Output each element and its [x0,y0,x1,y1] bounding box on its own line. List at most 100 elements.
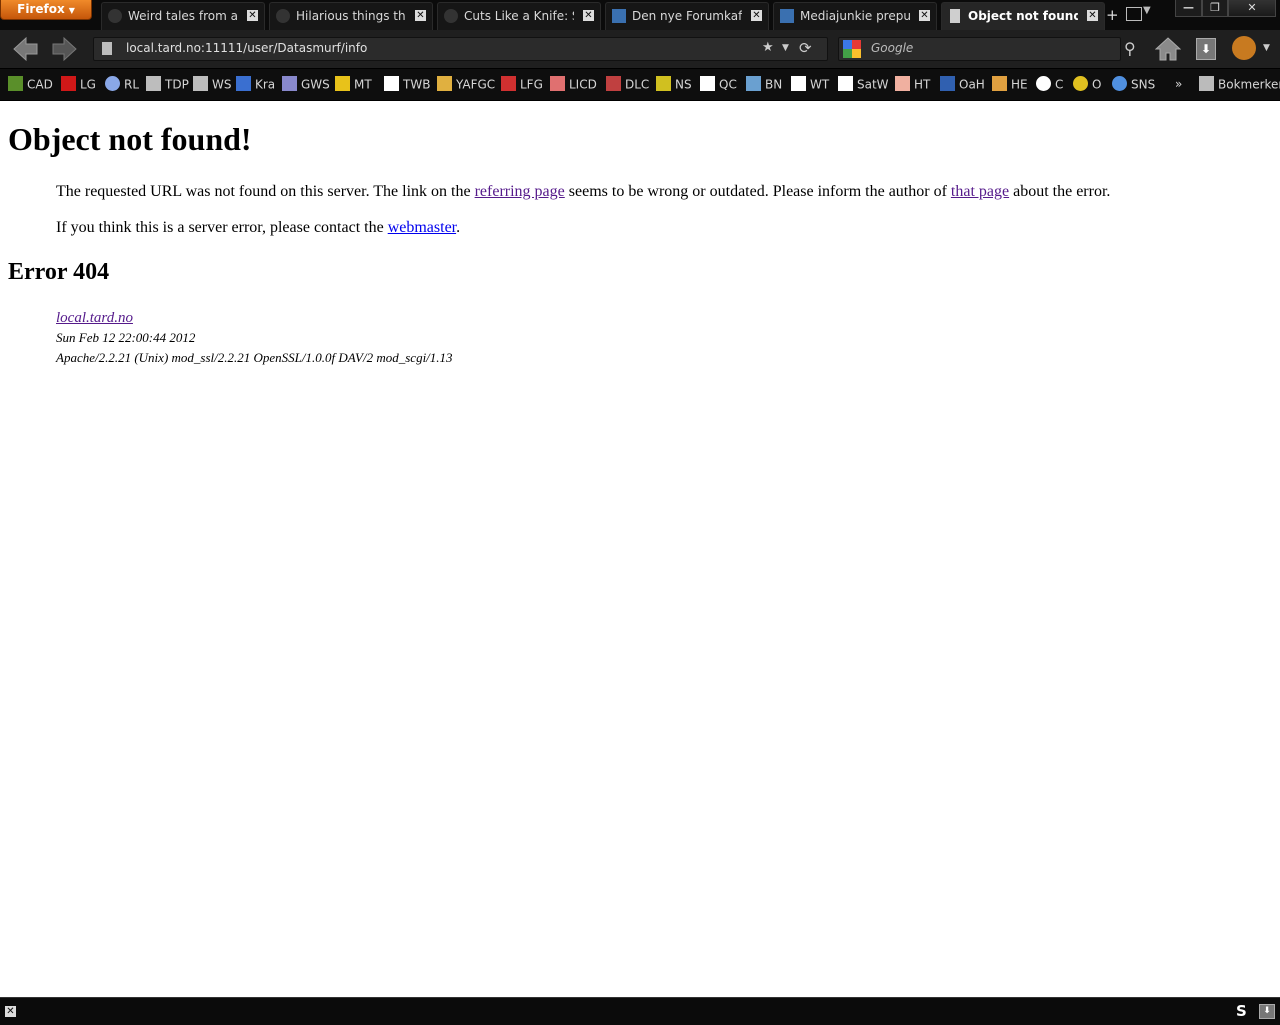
bookmark-ns[interactable]: NS [656,76,692,93]
reload-icon[interactable]: ⟳ [799,39,812,57]
bookmark-star-icon[interactable]: ★ [762,40,774,55]
tab-5[interactable]: Mediajunkie prepu... ✕ [773,2,937,30]
bookmarks-overflow-button[interactable]: » [1175,77,1182,93]
tab-label: Den nye Forumkafé... [632,9,742,23]
dark-silhouette-icon [444,9,458,23]
tab-4[interactable]: Den nye Forumkafé... ✕ [605,2,769,30]
tab-label: Hilarious things tha... [296,9,406,23]
home-button[interactable] [1154,36,1182,62]
tab-2[interactable]: Hilarious things tha... ✕ [269,2,433,30]
chevron-down-icon[interactable]: ▼ [1263,43,1270,53]
dark-silhouette-icon [276,9,290,23]
google-logo-icon[interactable] [843,40,861,58]
close-tab-icon[interactable]: ✕ [247,10,258,21]
dlc-icon [606,76,621,91]
server-host-link[interactable]: local.tard.no [56,310,133,326]
bookmarks-menu-button[interactable]: Bokmerker [1199,76,1280,93]
heart-icon [61,76,76,91]
tab-1[interactable]: Weird tales from ar... ✕ [101,2,265,30]
firefox-menu-button[interactable]: Firefox ▼ [0,0,92,20]
bookmark-ht[interactable]: HT [895,76,931,93]
list-all-tabs-icon[interactable] [1126,7,1142,21]
bookmark-label: LFG [520,77,543,92]
lfg-icon [501,76,516,91]
wt-icon [791,76,806,91]
close-tab-icon[interactable]: ✕ [751,10,762,21]
error-code-heading: Error 404 [8,259,110,285]
tab-6[interactable]: Object not found! ✕ [941,2,1105,30]
ht-icon [895,76,910,91]
bookmark-twb[interactable]: TWB [384,76,430,93]
referring-page-link[interactable]: referring page [475,183,565,200]
url-dropdown-icon[interactable]: ▼ [782,43,789,53]
bookmark-ws[interactable]: WS [193,76,231,93]
bookmarks-toolbar: » Bokmerker CAD LG RL TDP WS Kra GWS MT TWB YAFGC… [0,69,1280,101]
close-tab-icon[interactable]: ✕ [919,10,930,21]
url-text[interactable]: local.tard.no:11111/user/Datasmurf/info [126,41,367,55]
bookmark-qc[interactable]: QC [700,76,737,93]
bookmark-label: C [1055,77,1064,92]
search-bar[interactable]: Google [838,37,1121,61]
bookmark-kra[interactable]: Kra [236,76,275,93]
error-message: The requested URL was not found on this … [56,183,1110,201]
minimize-button[interactable]: — [1175,0,1202,17]
back-button[interactable] [10,35,40,63]
bookmark-lg[interactable]: LG [61,76,96,93]
bookmark-dlc[interactable]: DLC [606,76,649,93]
url-bar[interactable]: local.tard.no:11111/user/Datasmurf/info … [93,37,828,61]
contact-text-end: . [456,219,461,236]
forward-button[interactable] [50,35,80,63]
ellipse-icon [105,76,120,91]
close-window-button[interactable]: ✕ [1228,0,1276,17]
error-text-2: seems to be wrong or outdated. Please in… [564,183,951,200]
that-page-link[interactable]: that page [951,183,1009,200]
downloads-button[interactable]: ⬇ [1196,38,1216,60]
bookmark-mt[interactable]: MT [335,76,372,93]
bookmark-bn[interactable]: BN [746,76,782,93]
bookmark-licd[interactable]: LICD [550,76,597,93]
status-bar: ✕ S ⬇ [0,997,1280,1025]
server-signature: Apache/2.2.21 (Unix) mod_ssl/2.2.21 Open… [56,350,453,365]
bookmark-label: LICD [569,77,597,92]
new-tab-button[interactable]: + [1106,6,1119,24]
search-icon[interactable]: ⚲ [1124,39,1136,58]
he-icon [992,76,1007,91]
bookmark-o[interactable]: O [1073,76,1102,93]
tab-label: Cuts Like a Knife: S... [464,9,574,23]
bookmark-label: O [1092,77,1102,92]
bookmark-label: WT [810,77,830,92]
greasemonkey-icon[interactable] [1232,36,1256,60]
bookmark-label: HT [914,77,931,92]
close-addon-bar-icon[interactable]: ✕ [5,1006,16,1017]
bookmark-gws[interactable]: GWS [282,76,330,93]
chevron-down-icon[interactable]: ▼ [1143,5,1151,16]
bookmark-label: QC [719,77,737,92]
bookmark-wt[interactable]: WT [791,76,830,93]
bookmark-lfg[interactable]: LFG [501,76,543,93]
close-tab-icon[interactable]: ✕ [583,10,594,21]
search-input[interactable]: Google [871,41,913,55]
bookmark-yafgc[interactable]: YAFGC [437,76,495,93]
downloads-status-icon[interactable]: ⬇ [1259,1004,1275,1019]
bookmark-he[interactable]: HE [992,76,1028,93]
bookmark-c[interactable]: C [1036,76,1064,93]
bookmark-sns[interactable]: SNS [1112,76,1155,93]
bookmark-label: NS [675,77,692,92]
tab-3[interactable]: Cuts Like a Knife: S... ✕ [437,2,601,30]
bookmark-rl[interactable]: RL [105,76,139,93]
bookmark-satw[interactable]: SatW [838,76,889,93]
maximize-button[interactable]: ❐ [1202,0,1228,17]
close-tab-icon[interactable]: ✕ [1087,10,1098,21]
bookmark-oah[interactable]: OaH [940,76,985,93]
yafgc-icon [437,76,452,91]
bookmark-label: SatW [857,77,889,92]
webmaster-link[interactable]: webmaster [388,219,456,236]
close-tab-icon[interactable]: ✕ [415,10,426,21]
navigation-toolbar: local.tard.no:11111/user/Datasmurf/info … [0,30,1280,69]
skull-icon [1036,76,1051,91]
gws-icon [282,76,297,91]
bookmark-cad[interactable]: CAD [8,76,53,93]
addon-s-icon[interactable]: S [1236,1002,1247,1020]
page-icon [950,9,960,23]
bookmark-tdp[interactable]: TDP [146,76,189,93]
